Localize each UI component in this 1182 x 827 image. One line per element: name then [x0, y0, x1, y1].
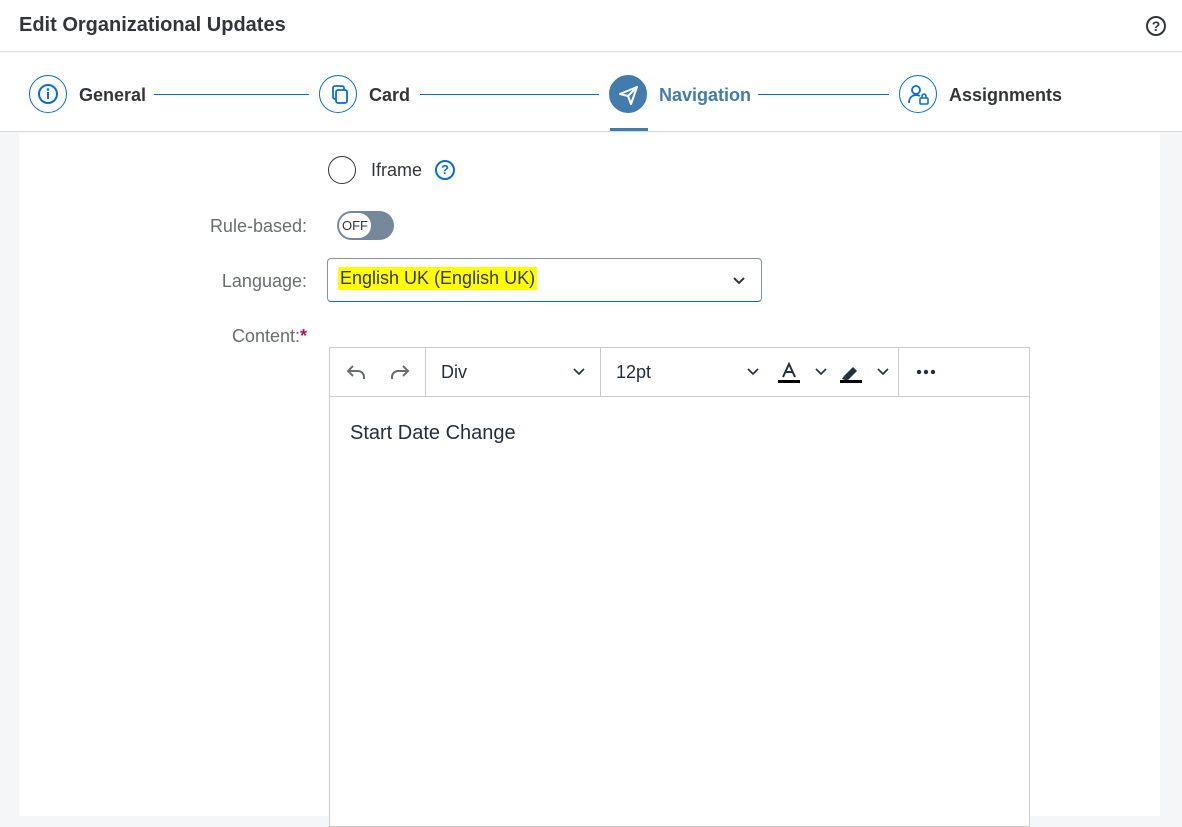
step-assignments-label[interactable]: Assignments	[949, 85, 1062, 106]
dialog-title: Edit Organizational Updates	[19, 14, 286, 36]
language-value: English UK (English UK)	[338, 267, 538, 290]
toggle-state-text: OFF	[338, 212, 372, 239]
content-editor[interactable]: Div 12pt Start Date Change	[329, 347, 1030, 827]
undo-icon[interactable]	[344, 360, 368, 384]
chevron-down-icon[interactable]	[814, 366, 828, 378]
user-lock-icon	[908, 85, 929, 105]
step-general-label[interactable]: General	[79, 85, 146, 106]
step-connector	[420, 94, 599, 95]
step-card-label[interactable]: Card	[369, 85, 410, 106]
dialog-header: Edit Organizational Updates ?	[0, 0, 1182, 52]
help-icon[interactable]: ?	[435, 160, 455, 180]
block-format-select[interactable]: Div	[441, 362, 467, 383]
content-label-wrapper: Content:*	[232, 326, 307, 347]
step-connector	[758, 94, 889, 95]
step-connector	[154, 94, 309, 95]
highlight-icon[interactable]	[838, 360, 864, 386]
iframe-radio[interactable]	[328, 156, 356, 184]
wizard-progress-bar: General Card Navigation Assignments	[0, 53, 1182, 132]
paper-plane-icon	[619, 86, 638, 105]
toolbar-separator	[600, 348, 601, 396]
text-color-icon[interactable]	[776, 360, 802, 386]
iframe-label: Iframe	[371, 160, 423, 180]
editor-content-text[interactable]: Start Date Change	[350, 422, 516, 445]
active-step-indicator	[610, 128, 648, 131]
chevron-down-icon[interactable]	[746, 366, 760, 378]
language-label: Language:	[221, 271, 307, 291]
step-assignments-button[interactable]	[899, 75, 937, 113]
info-icon	[38, 84, 58, 104]
content-label: Content:	[231, 326, 300, 346]
chevron-down-icon[interactable]	[876, 366, 890, 378]
step-navigation-label[interactable]: Navigation	[659, 85, 751, 106]
step-card-button[interactable]	[319, 75, 357, 113]
rule-based-label: Rule-based:	[209, 216, 307, 236]
required-marker: *	[299, 326, 307, 346]
help-circle-icon[interactable]: ?	[1146, 16, 1166, 36]
font-size-select[interactable]: 12pt	[616, 362, 651, 383]
chevron-down-icon[interactable]	[572, 366, 586, 378]
copy-icon	[332, 85, 348, 104]
step-navigation-button[interactable]	[609, 75, 647, 113]
toolbar-separator	[425, 348, 426, 396]
editor-toolbar: Div 12pt	[330, 348, 1029, 397]
step-general-button[interactable]	[29, 75, 67, 113]
more-icon[interactable]	[914, 362, 938, 382]
language-select[interactable]: English UK (English UK)	[327, 258, 762, 302]
chevron-down-icon	[733, 277, 745, 285]
rule-based-toggle[interactable]: OFF	[337, 211, 394, 240]
redo-icon[interactable]	[388, 360, 412, 384]
toolbar-separator	[898, 348, 899, 396]
